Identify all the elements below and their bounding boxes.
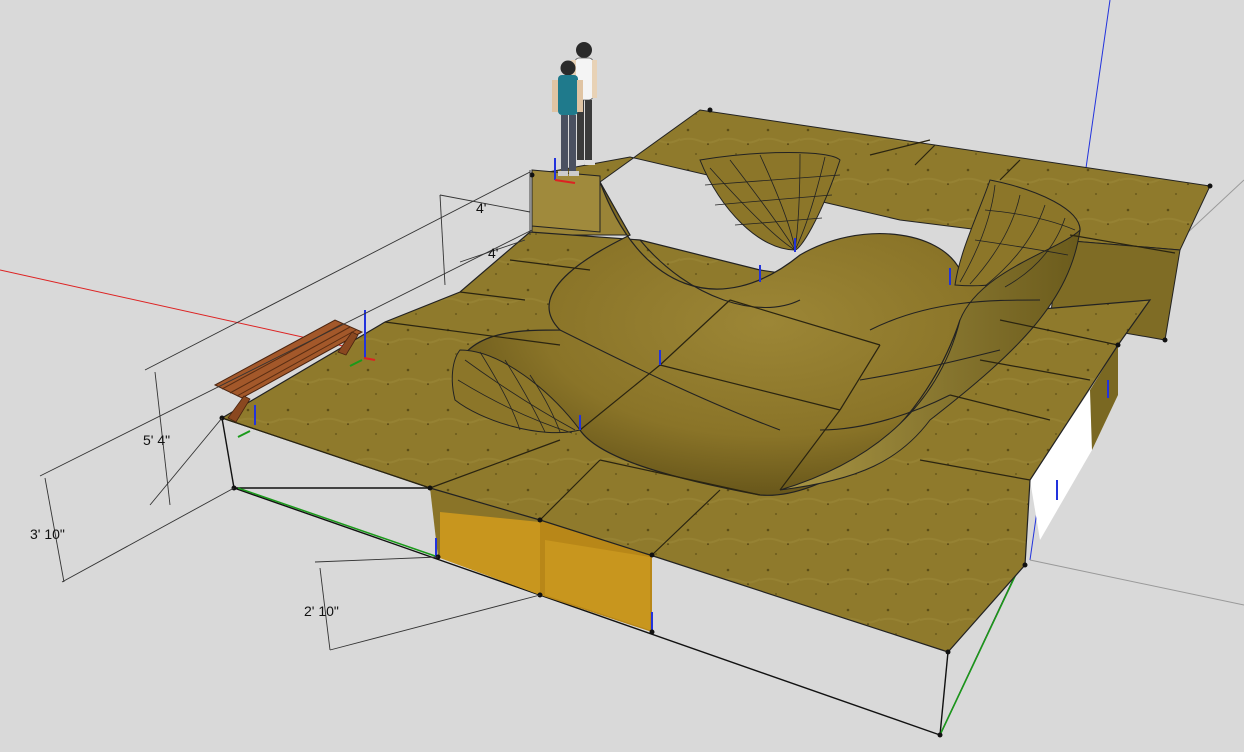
dimension-label-width-top: 4' <box>476 200 486 216</box>
green-edge <box>237 487 439 558</box>
dimension-label-height-cavity: 2' 10" <box>304 603 339 619</box>
dimension-label-width-second: 4' <box>488 245 498 261</box>
model-canvas[interactable]: 4' 4' 5' 4" 3' 10" 2' 10" <box>0 0 1244 747</box>
red-axis-dotted <box>1029 559 1244 606</box>
front-left-block[interactable] <box>531 169 601 233</box>
sketchup-viewport[interactable]: 4' 4' 5' 4" 3' 10" 2' 10" <box>0 0 1244 747</box>
dimension-label-height-deck: 3' 10" <box>30 526 65 542</box>
dimension-label-height-platform: 5' 4" <box>143 432 170 448</box>
person-figures[interactable] <box>552 42 597 176</box>
